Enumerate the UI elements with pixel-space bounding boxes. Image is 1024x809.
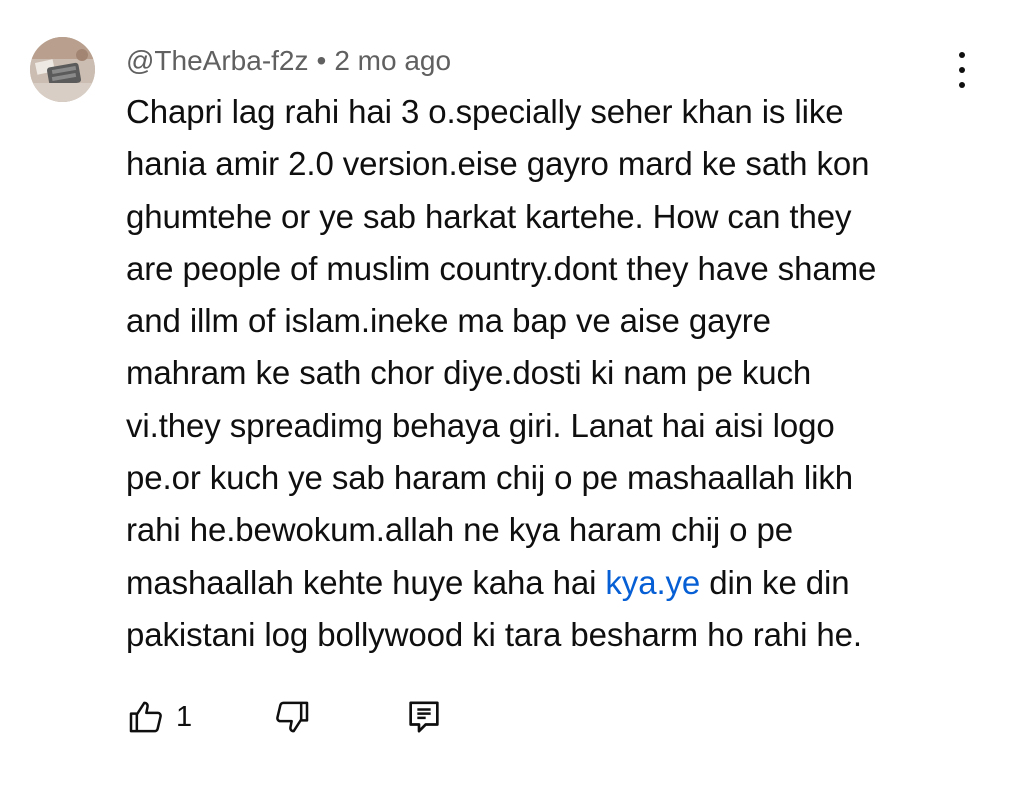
comment-thread: @TheArba-f2z • 2 mo ago Chapri lag rahi ha… bbox=[0, 0, 1024, 809]
dislike-button[interactable] bbox=[272, 694, 312, 740]
more-vert-icon-dot bbox=[959, 67, 965, 73]
meta-separator: • bbox=[316, 45, 327, 76]
like-button[interactable]: 1 bbox=[126, 694, 192, 740]
comment-line: mahram ke sath chor diye.dosti ki nam pe… bbox=[126, 354, 812, 392]
comment-line: hania amir 2.0 version.eise gayro mard k… bbox=[126, 145, 870, 183]
more-vert-icon bbox=[959, 52, 965, 58]
thumbs-up-icon bbox=[129, 701, 162, 733]
like-count: 1 bbox=[176, 700, 193, 733]
comment-line: vi.they spreadimg behaya giri. Lanat hai… bbox=[126, 406, 835, 444]
reply-button[interactable] bbox=[404, 694, 444, 740]
comment-reply-icon bbox=[409, 701, 439, 733]
comment-line: mashaallah kehte huye kaha hai kya.ye di… bbox=[126, 563, 850, 601]
comment-link[interactable]: kya.ye bbox=[605, 564, 700, 601]
comment-meta: @TheArba-f2z • 2 mo ago bbox=[126, 44, 451, 78]
comment-body: Chapri lag rahi hai 3 o.specially seher … bbox=[126, 86, 976, 661]
comment-line: pe.or kuch ye sab haram chij o pe mashaa… bbox=[126, 459, 853, 497]
comment-timestamp[interactable]: 2 mo ago bbox=[334, 45, 451, 76]
comment-line: Chapri lag rahi hai 3 o.specially seher … bbox=[126, 93, 844, 130]
avatar[interactable] bbox=[30, 37, 95, 102]
comment-line: pakistani log bollywood ki tara besharm … bbox=[126, 615, 862, 653]
author-name[interactable]: @TheArba-f2z bbox=[126, 45, 309, 76]
avatar-image bbox=[30, 37, 95, 102]
comment-line: and illm of islam.ineke ma bap ve aise g… bbox=[126, 302, 771, 340]
comment-line: ghumtehe or ye sab harkat kartehe. How c… bbox=[126, 197, 852, 235]
comment-line: are people of muslim country.dont they h… bbox=[126, 249, 877, 287]
comment-line: rahi he.bewokum.allah ne kya haram chij … bbox=[126, 511, 793, 549]
thumbs-down-icon bbox=[276, 701, 309, 733]
